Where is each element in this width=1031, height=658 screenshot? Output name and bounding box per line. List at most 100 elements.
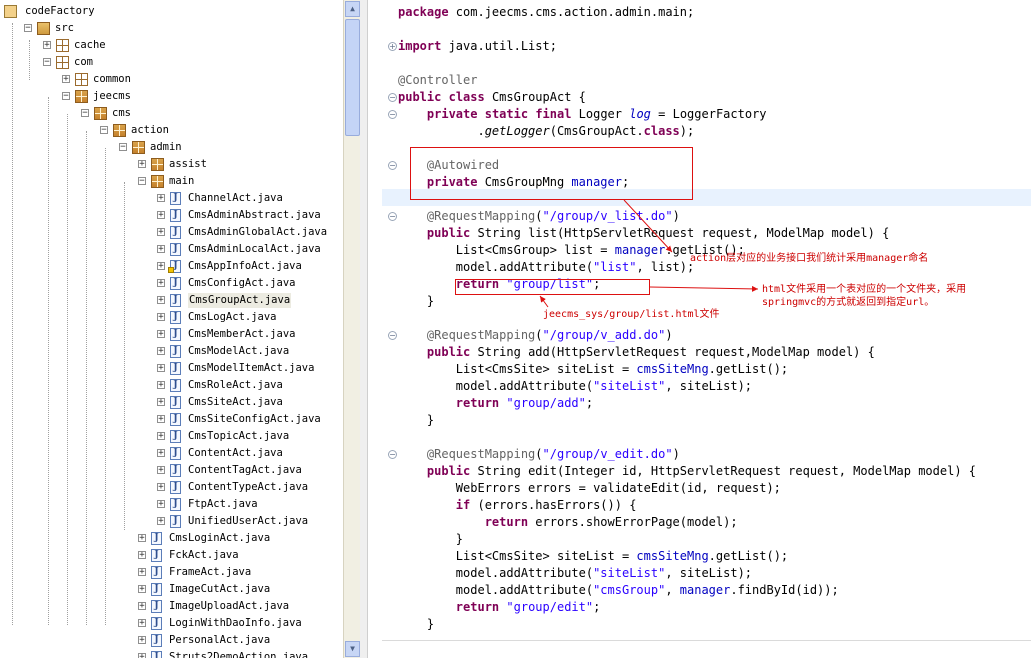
- tree-item[interactable]: + J CmsAdminAbstract.java: [0, 207, 343, 224]
- code-line[interactable]: }: [398, 412, 434, 429]
- tree-item[interactable]: − cms: [0, 105, 343, 122]
- code-line[interactable]: WebErrors errors = validateEdit(id, requ…: [398, 480, 781, 497]
- tree-item[interactable]: + J ContentTagAct.java: [0, 462, 343, 479]
- code-line[interactable]: public String add(HttpServletRequest req…: [398, 344, 875, 361]
- expand-icon[interactable]: +: [157, 330, 165, 339]
- tree-item[interactable]: + J CmsConfigAct.java: [0, 275, 343, 292]
- expand-icon[interactable]: +: [157, 347, 165, 356]
- collapse-icon[interactable]: −: [24, 24, 32, 33]
- tree-item[interactable]: − action: [0, 122, 343, 139]
- tree-item[interactable]: + J FrameAct.java: [0, 564, 343, 581]
- expand-icon[interactable]: +: [138, 619, 146, 628]
- code-line[interactable]: @RequestMapping("/group/v_edit.do"): [398, 446, 680, 463]
- expand-icon[interactable]: +: [157, 279, 165, 288]
- code-line[interactable]: @RequestMapping("/group/v_list.do"): [398, 208, 680, 225]
- pane-divider[interactable]: [360, 0, 368, 658]
- expand-icon[interactable]: +: [157, 262, 165, 271]
- code-line[interactable]: }: [398, 293, 434, 310]
- collapse-icon[interactable]: −: [138, 177, 146, 186]
- expand-icon[interactable]: +: [157, 381, 165, 390]
- tree-item[interactable]: codeFactory: [0, 3, 343, 20]
- code-line[interactable]: return "group/add";: [398, 395, 593, 412]
- scroll-thumb[interactable]: [345, 19, 360, 136]
- collapse-fold-icon[interactable]: −: [388, 450, 397, 459]
- expand-icon[interactable]: +: [157, 211, 165, 220]
- tree-item[interactable]: + J LoginWithDaoInfo.java: [0, 615, 343, 632]
- collapse-icon[interactable]: −: [81, 109, 89, 118]
- expand-icon[interactable]: +: [157, 500, 165, 509]
- expand-icon[interactable]: +: [157, 415, 165, 424]
- tree-item[interactable]: + J ChannelAct.java: [0, 190, 343, 207]
- expand-icon[interactable]: +: [157, 313, 165, 322]
- code-line[interactable]: model.addAttribute("siteList", siteList)…: [398, 378, 752, 395]
- tree-item[interactable]: − src: [0, 20, 343, 37]
- collapse-fold-icon[interactable]: −: [388, 212, 397, 221]
- tree-item[interactable]: − jeecms: [0, 88, 343, 105]
- tree-item[interactable]: + J ImageCutAct.java: [0, 581, 343, 598]
- code-line[interactable]: private static final Logger log = Logger…: [398, 106, 767, 123]
- collapse-icon[interactable]: −: [119, 143, 127, 152]
- code-line[interactable]: @RequestMapping("/group/v_add.do"): [398, 327, 673, 344]
- expand-fold-icon[interactable]: +: [388, 42, 397, 51]
- collapse-fold-icon[interactable]: −: [388, 161, 397, 170]
- expand-icon[interactable]: +: [138, 585, 146, 594]
- expand-icon[interactable]: +: [157, 449, 165, 458]
- tree-item[interactable]: + J Struts2DemoAction.java: [0, 649, 343, 658]
- collapse-icon[interactable]: −: [43, 58, 51, 67]
- expand-icon[interactable]: +: [157, 517, 165, 526]
- tree-item[interactable]: + J ContentTypeAct.java: [0, 479, 343, 496]
- expand-icon[interactable]: +: [138, 551, 146, 560]
- code-line[interactable]: model.addAttribute("cmsGroup", manager.f…: [398, 582, 839, 599]
- collapse-icon[interactable]: −: [62, 92, 70, 101]
- expand-icon[interactable]: +: [138, 568, 146, 577]
- code-line[interactable]: }: [398, 616, 434, 633]
- tree-item[interactable]: + J CmsAdminGlobalAct.java: [0, 224, 343, 241]
- tree-item[interactable]: + J CmsLoginAct.java: [0, 530, 343, 547]
- collapse-icon[interactable]: −: [100, 126, 108, 135]
- tree-item[interactable]: + J CmsLogAct.java: [0, 309, 343, 326]
- expand-icon[interactable]: +: [62, 75, 70, 84]
- tree-item[interactable]: + J FckAct.java: [0, 547, 343, 564]
- expand-icon[interactable]: +: [157, 364, 165, 373]
- expand-icon[interactable]: +: [157, 466, 165, 475]
- expand-icon[interactable]: +: [138, 602, 146, 611]
- tree-item[interactable]: − main: [0, 173, 343, 190]
- tree-item[interactable]: + J CmsMemberAct.java: [0, 326, 343, 343]
- scroll-down-icon[interactable]: ▼: [345, 641, 360, 657]
- tree-item[interactable]: + J CmsModelAct.java: [0, 343, 343, 360]
- tree-item[interactable]: + J CmsAppInfoAct.java: [0, 258, 343, 275]
- expand-icon[interactable]: +: [157, 296, 165, 305]
- code-line[interactable]: model.addAttribute("siteList", siteList)…: [398, 565, 752, 582]
- tree-item[interactable]: + J CmsAdminLocalAct.java: [0, 241, 343, 258]
- tree-item[interactable]: + J CmsModelItemAct.java: [0, 360, 343, 377]
- tree-item[interactable]: − admin: [0, 139, 343, 156]
- tree-item[interactable]: + cache: [0, 37, 343, 54]
- code-line[interactable]: .getLogger(CmsGroupAct.class);: [398, 123, 694, 140]
- expand-icon[interactable]: +: [138, 653, 146, 658]
- tree-item[interactable]: + J UnifiedUserAct.java: [0, 513, 343, 530]
- tree-item[interactable]: + J CmsSiteConfigAct.java: [0, 411, 343, 428]
- code-line[interactable]: List<CmsSite> siteList = cmsSiteMng.getL…: [398, 361, 788, 378]
- code-line[interactable]: List<CmsSite> siteList = cmsSiteMng.getL…: [398, 548, 788, 565]
- collapse-fold-icon[interactable]: −: [388, 110, 397, 119]
- collapse-fold-icon[interactable]: −: [388, 331, 397, 340]
- tree-item[interactable]: + J CmsSiteAct.java: [0, 394, 343, 411]
- expand-icon[interactable]: +: [157, 245, 165, 254]
- tree-item[interactable]: + assist: [0, 156, 343, 173]
- tree-item[interactable]: + J ContentAct.java: [0, 445, 343, 462]
- code-line[interactable]: public String list(HttpServletRequest re…: [398, 225, 889, 242]
- tree-item[interactable]: + common: [0, 71, 343, 88]
- code-line[interactable]: model.addAttribute("list", list);: [398, 259, 694, 276]
- tree-vertical-scrollbar[interactable]: ▲ ▼: [343, 0, 360, 658]
- expand-icon[interactable]: +: [157, 483, 165, 492]
- tree-item[interactable]: + J CmsTopicAct.java: [0, 428, 343, 445]
- expand-icon[interactable]: +: [138, 534, 146, 543]
- code-line[interactable]: @Controller: [398, 72, 477, 89]
- tree-item[interactable]: + J CmsGroupAct.java: [0, 292, 343, 309]
- scroll-up-icon[interactable]: ▲: [345, 1, 360, 17]
- code-line[interactable]: return errors.showErrorPage(model);: [398, 514, 738, 531]
- expand-icon[interactable]: +: [157, 432, 165, 441]
- code-line[interactable]: if (errors.hasErrors()) {: [398, 497, 637, 514]
- tree-item[interactable]: + J CmsRoleAct.java: [0, 377, 343, 394]
- expand-icon[interactable]: +: [138, 636, 146, 645]
